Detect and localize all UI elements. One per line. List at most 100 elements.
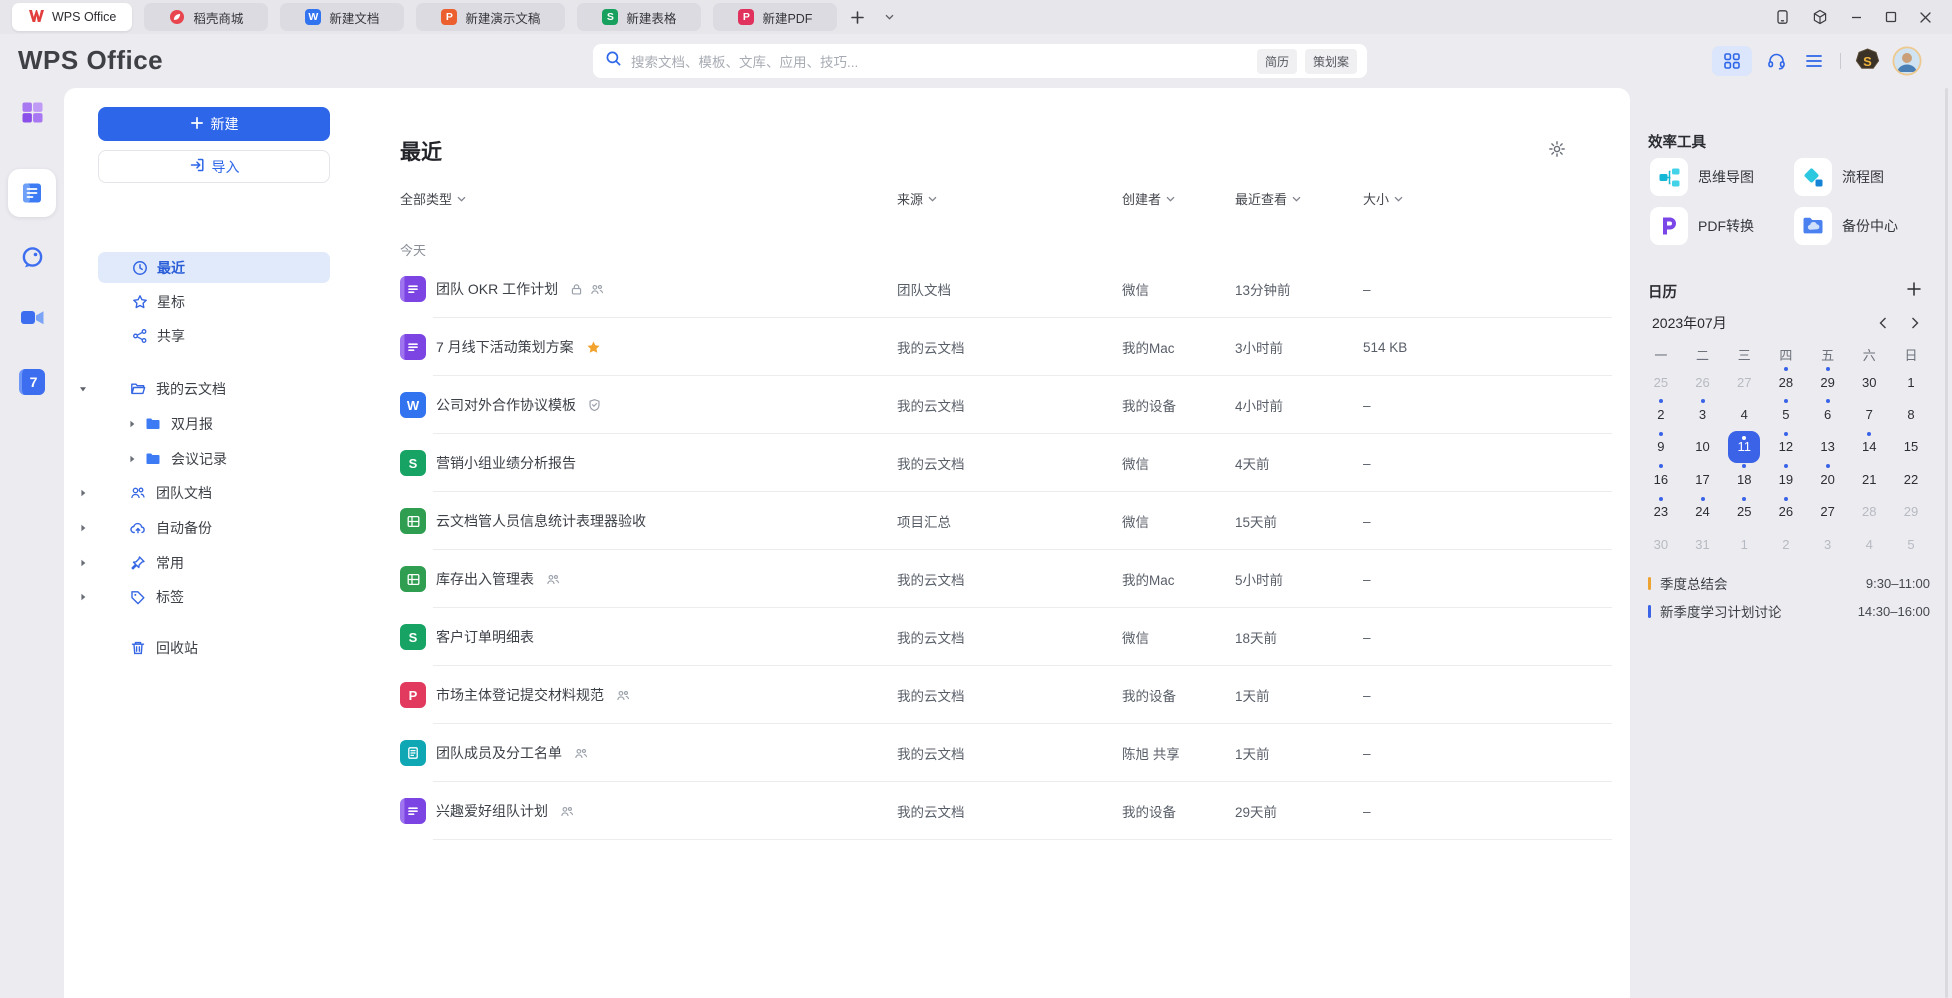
calendar-day[interactable]: 19	[1765, 463, 1807, 495]
calendar-day[interactable]: 31	[1682, 528, 1724, 560]
calendar-day[interactable]: 1	[1890, 366, 1932, 398]
calendar-day[interactable]: 29	[1890, 496, 1932, 528]
calendar-day[interactable]: 17	[1682, 463, 1724, 495]
calendar-day[interactable]: 30	[1640, 528, 1682, 560]
sidebar-tree-item[interactable]: 团队文档	[64, 476, 364, 511]
calendar-day[interactable]: 29	[1807, 366, 1849, 398]
calendar-day[interactable]: 26	[1682, 366, 1724, 398]
document-tab[interactable]: S 新建表格	[577, 3, 701, 31]
new-document-button[interactable]: 新建	[98, 107, 330, 141]
menu-icon[interactable]	[1798, 46, 1830, 76]
document-tab[interactable]: P 新建演示文稿	[416, 3, 565, 31]
sidebar-nav-item[interactable]: 星标	[98, 286, 330, 317]
caret-right-icon[interactable]	[78, 488, 88, 498]
sidebar-tree-item[interactable]: 会议记录	[64, 441, 364, 476]
calendar-day[interactable]: 24	[1682, 496, 1724, 528]
calendar-day[interactable]: 9	[1640, 431, 1682, 463]
caret-down-icon[interactable]	[78, 384, 88, 394]
calendar-day[interactable]: 28	[1765, 366, 1807, 398]
rail-item[interactable]	[8, 169, 56, 217]
file-row[interactable]: S 营销小组业绩分析报告 我的云文档 微信 4天前 –	[400, 434, 1612, 492]
file-row[interactable]: 库存出入管理表 我的云文档 我的Mac 5小时前 –	[400, 550, 1612, 608]
tab-wps-office-home[interactable]: WPS Office	[12, 3, 132, 31]
calendar-day[interactable]: 10	[1682, 431, 1724, 463]
mobile-device-icon[interactable]	[1775, 9, 1790, 25]
calendar-day[interactable]: 26	[1765, 496, 1807, 528]
calendar-day[interactable]: 16	[1640, 463, 1682, 495]
sidebar-tree-item[interactable]: 双月报	[64, 407, 364, 442]
caret-right-icon[interactable]	[127, 454, 137, 464]
calendar-day[interactable]: 3	[1682, 398, 1724, 430]
file-row[interactable]: 兴趣爱好组队计划 我的云文档 我的设备 29天前 –	[400, 782, 1612, 840]
filter-size[interactable]: 大小	[1363, 189, 1612, 208]
rail-item[interactable]	[8, 233, 56, 281]
settings-gear-icon[interactable]	[1548, 140, 1566, 163]
calendar-day[interactable]: 2	[1640, 398, 1682, 430]
sidebar-item-trash[interactable]: 回收站	[64, 631, 364, 665]
file-row[interactable]: 团队成员及分工名单 我的云文档 陈旭 共享 1天前 –	[400, 724, 1612, 782]
calendar-event[interactable]: 季度总结会 9:30–11:00	[1640, 569, 1938, 597]
support-headset-icon[interactable]	[1760, 46, 1792, 76]
calendar-day[interactable]: 21	[1848, 463, 1890, 495]
calendar-day[interactable]: 2	[1765, 528, 1807, 560]
calendar-day[interactable]: 28	[1848, 496, 1890, 528]
sidebar-tree-item[interactable]: 自动备份	[64, 511, 364, 546]
caret-right-icon[interactable]	[127, 419, 137, 429]
sidebar-tree-item[interactable]: 常用	[64, 545, 364, 580]
rail-item[interactable]: 7	[8, 358, 56, 406]
sidebar-tree-item[interactable]: 我的云文档	[64, 372, 364, 407]
calendar-day[interactable]: 25	[1723, 496, 1765, 528]
rail-item[interactable]	[8, 294, 56, 342]
calendar-day[interactable]: 12	[1765, 431, 1807, 463]
file-row[interactable]: P 市场主体登记提交材料规范 我的云文档 我的设备 1天前 –	[400, 666, 1612, 724]
file-row[interactable]: W 公司对外合作协议模板 我的云文档 我的设备 4小时前 –	[400, 376, 1612, 434]
filter-type[interactable]: 全部类型	[400, 189, 897, 208]
calendar-day[interactable]: 20	[1807, 463, 1849, 495]
rail-item[interactable]	[8, 88, 56, 136]
tool-item[interactable]: 流程图	[1794, 158, 1938, 196]
calendar-day[interactable]: 25	[1640, 366, 1682, 398]
home-grid-view-button[interactable]	[1712, 46, 1752, 76]
calendar-add-event-button[interactable]	[1904, 279, 1924, 299]
file-row[interactable]: 7 月线下活动策划方案 我的云文档 我的Mac 3小时前 514 KB	[400, 318, 1612, 376]
filter-source[interactable]: 来源	[897, 189, 1122, 208]
calendar-day[interactable]: 4	[1848, 528, 1890, 560]
caret-right-icon[interactable]	[78, 523, 88, 533]
document-tab[interactable]: W 新建文档	[280, 3, 404, 31]
membership-badge-icon[interactable]: S	[1851, 46, 1883, 76]
tool-item[interactable]: 思维导图	[1650, 158, 1794, 196]
calendar-day[interactable]: 27	[1807, 496, 1849, 528]
file-row[interactable]: 团队 OKR 工作计划 团队文档 微信 13分钟前 –	[400, 260, 1612, 318]
tool-item[interactable]: PDF转换	[1650, 207, 1794, 245]
calendar-day[interactable]: 13	[1807, 431, 1849, 463]
calendar-day[interactable]: 30	[1848, 366, 1890, 398]
caret-right-icon[interactable]	[78, 592, 88, 602]
user-avatar[interactable]	[1891, 46, 1923, 76]
calendar-day[interactable]: 11	[1723, 431, 1765, 463]
calendar-day[interactable]: 22	[1890, 463, 1932, 495]
calendar-event[interactable]: 新季度学习计划讨论 14:30–16:00	[1640, 597, 1938, 625]
calendar-prev-button[interactable]	[1874, 314, 1892, 332]
calendar-day[interactable]: 7	[1848, 398, 1890, 430]
calendar-day[interactable]: 14	[1848, 431, 1890, 463]
document-tab[interactable]: P 新建PDF	[713, 3, 837, 31]
calendar-day[interactable]: 5	[1890, 528, 1932, 560]
close-button[interactable]	[1919, 11, 1932, 24]
filter-viewed[interactable]: 最近查看	[1235, 189, 1363, 208]
calendar-day[interactable]: 15	[1890, 431, 1932, 463]
filter-creator[interactable]: 创建者	[1122, 189, 1235, 208]
calendar-day[interactable]: 18	[1723, 463, 1765, 495]
search-bar[interactable]: 搜索文档、模板、文库、应用、技巧... 简历策划案	[593, 44, 1367, 78]
calendar-day[interactable]: 8	[1890, 398, 1932, 430]
calendar-day[interactable]: 4	[1723, 398, 1765, 430]
document-tab[interactable]: 稻壳商城	[144, 3, 268, 31]
tab-list-chevron-icon[interactable]	[877, 5, 901, 29]
calendar-day[interactable]: 1	[1723, 528, 1765, 560]
calendar-day[interactable]: 3	[1807, 528, 1849, 560]
search-tag[interactable]: 策划案	[1305, 49, 1357, 74]
scrollbar[interactable]	[1945, 88, 1948, 998]
sidebar-nav-item[interactable]: 共享	[98, 320, 330, 351]
file-row[interactable]: 云文档管人员信息统计表理器验收 项目汇总 微信 15天前 –	[400, 492, 1612, 550]
calendar-day[interactable]: 23	[1640, 496, 1682, 528]
tool-item[interactable]: 备份中心	[1794, 207, 1938, 245]
